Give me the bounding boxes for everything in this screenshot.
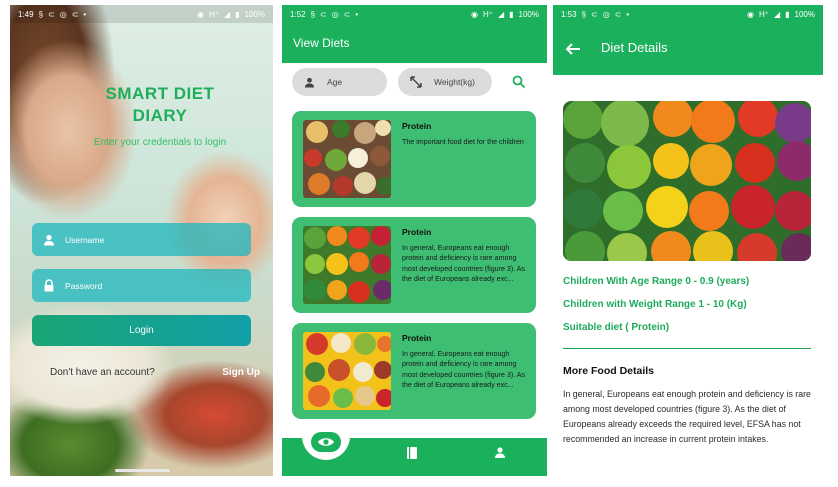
diet-details-screen: 1:53 § ⊂ ◎ ⊂ • ◉ H⁺ ◢ ▮ 100% Diet Detail… — [553, 5, 823, 476]
weight-filter-chip[interactable]: Weight(kg) — [398, 68, 492, 96]
sim-icon: § — [38, 9, 44, 19]
view-diets-screen: 1:52 § ⊂ ◎ ⊂ • ◉ H⁺ ◢ ▮ 100% View Diets … — [282, 5, 547, 476]
network-type: H⁺ — [482, 9, 493, 19]
status-time: 1:53 — [561, 9, 577, 19]
instagram-icon: ◎ — [59, 9, 67, 19]
app-notification-icon: ⊂ — [48, 9, 55, 19]
login-screen: 1:49 § ⊂ ◎ ⊂ • ◉ H⁺ ◢ ▮ 100% SMART DIET … — [10, 5, 273, 476]
dot-icon: • — [83, 9, 87, 19]
signal-icon: ◢ — [223, 9, 231, 19]
app-notification-icon: ⊂ — [343, 9, 351, 19]
battery-icon: ▮ — [785, 9, 790, 19]
network-type: H⁺ — [208, 9, 219, 19]
login-button[interactable]: Login — [32, 315, 251, 346]
dot-icon: • — [626, 9, 630, 19]
person-icon — [304, 77, 315, 88]
resize-icon — [410, 76, 422, 88]
app-notification-icon: ⊂ — [71, 9, 79, 19]
hotspot-icon: ◉ — [196, 9, 204, 19]
screenshot-stage: 1:49 § ⊂ ◎ ⊂ • ◉ H⁺ ◢ ▮ 100% SMART DIET … — [0, 0, 838, 487]
app-bar: Diet Details — [553, 23, 823, 75]
app-title: SMART DIET DIARY — [60, 83, 260, 127]
app-notification-icon: ⊂ — [614, 9, 622, 19]
instagram-icon: ◎ — [602, 9, 610, 19]
signal-icon: ◢ — [497, 9, 505, 19]
battery-level: 100% — [794, 9, 815, 19]
food-image — [303, 332, 391, 410]
lock-icon — [42, 279, 56, 293]
card-title: Protein — [402, 333, 432, 343]
search-icon[interactable] — [512, 75, 526, 89]
page-title: View Diets — [293, 36, 350, 50]
card-text: In general, Europeans eat enough protein… — [402, 350, 526, 389]
suitable-diet-text: Suitable diet ( Protein) — [563, 322, 670, 333]
battery-level: 100% — [244, 9, 265, 19]
food-hero-image — [563, 101, 811, 261]
password-field[interactable]: Password — [32, 269, 251, 302]
sim-icon: § — [581, 9, 587, 19]
sim-icon: § — [310, 9, 316, 19]
app-bar: View Diets — [282, 23, 547, 63]
hotspot-icon: ◉ — [470, 9, 478, 19]
status-bar: 1:53 § ⊂ ◎ ⊂ • ◉ H⁺ ◢ ▮ 100% — [553, 5, 823, 23]
section-divider — [563, 348, 811, 349]
food-image — [303, 226, 391, 304]
age-filter-label: Age — [327, 77, 343, 87]
weight-filter-label: Weight(kg) — [434, 77, 475, 87]
home-indicator[interactable] — [115, 469, 170, 472]
status-time: 1:52 — [290, 9, 306, 19]
battery-level: 100% — [518, 9, 539, 19]
person-icon[interactable] — [494, 446, 506, 464]
card-title: Protein — [402, 121, 432, 131]
app-title-line2: DIARY — [132, 106, 188, 125]
app-notification-icon: ⊂ — [320, 9, 327, 19]
battery-icon: ▮ — [509, 9, 514, 19]
status-time: 1:49 — [18, 9, 34, 19]
food-image — [303, 120, 391, 198]
eye-icon[interactable] — [311, 432, 341, 452]
book-icon[interactable] — [406, 446, 418, 465]
more-details-heading: More Food Details — [563, 365, 655, 377]
weight-range-text: Children with Weight Range 1 - 10 (Kg) — [563, 299, 747, 310]
login-subtitle: Enter your credentials to login — [93, 137, 227, 148]
age-range-text: Children With Age Range 0 - 0.9 (years) — [563, 276, 750, 287]
status-bar: 1:49 § ⊂ ◎ ⊂ • ◉ H⁺ ◢ ▮ 100% — [10, 5, 273, 23]
dot-icon: • — [355, 9, 359, 19]
password-placeholder: Password — [65, 280, 103, 291]
no-account-text: Don't have an account? — [50, 367, 155, 378]
back-arrow-icon[interactable] — [565, 41, 581, 57]
diet-card[interactable]: Protein The important food diet for the … — [292, 111, 536, 207]
person-icon — [42, 233, 56, 247]
card-text: In general, Europeans eat enough protein… — [402, 244, 526, 283]
page-title: Diet Details — [601, 40, 668, 55]
app-notification-icon: ⊂ — [591, 9, 598, 19]
signup-row: Don't have an account? Sign Up — [50, 367, 260, 378]
more-details-body: In general, Europeans eat enough protein… — [563, 389, 811, 444]
status-bar: 1:52 § ⊂ ◎ ⊂ • ◉ H⁺ ◢ ▮ 100% — [282, 5, 547, 23]
card-text: The important food diet for the children — [402, 138, 524, 146]
signal-icon: ◢ — [773, 9, 781, 19]
network-type: H⁺ — [758, 9, 769, 19]
battery-icon: ▮ — [235, 9, 240, 19]
diet-card[interactable]: Protein In general, Europeans eat enough… — [292, 217, 536, 313]
age-filter-chip[interactable]: Age — [292, 68, 387, 96]
username-field[interactable]: Username — [32, 223, 251, 256]
signup-link[interactable]: Sign Up — [222, 367, 260, 378]
app-title-line1: SMART DIET — [105, 84, 215, 103]
card-title: Protein — [402, 227, 432, 237]
hotspot-icon: ◉ — [746, 9, 754, 19]
diet-card[interactable]: Protein In general, Europeans eat enough… — [292, 323, 536, 419]
instagram-icon: ◎ — [331, 9, 339, 19]
username-placeholder: Username — [65, 234, 105, 245]
